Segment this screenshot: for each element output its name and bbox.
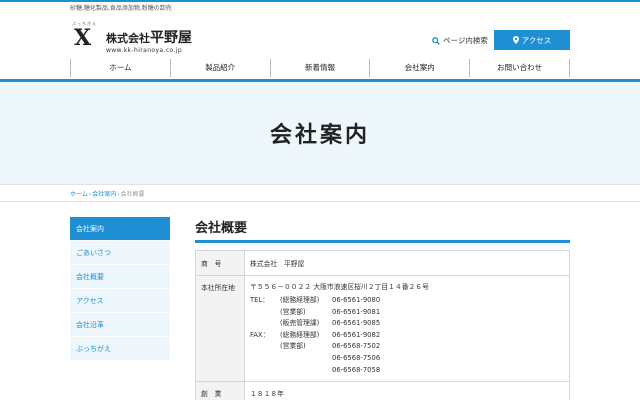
- phone-fax-list: TEL： (総務経理部) 06-6561-9080 (営業部) 06-6561-…: [250, 295, 564, 375]
- row-value: 〒５５６－００２２ 大阪市浪速区桜川２丁目１４番２６号 TEL： (総務経理部)…: [244, 275, 570, 382]
- sidebar-item-company-info[interactable]: 会社案内: [70, 217, 170, 241]
- company-info-table: 商 号 株式会社 平野屋 本社所在地 〒５５６－００２２ 大阪市浪速区桜川２丁目…: [195, 250, 570, 400]
- fax-dept: (総務経理部): [280, 330, 320, 339]
- tel-label: TEL：: [250, 296, 270, 304]
- sidebar-item-history[interactable]: 会社沿革: [70, 313, 170, 337]
- nav-products[interactable]: 製品紹介: [169, 59, 270, 77]
- access-button[interactable]: アクセス: [494, 30, 570, 50]
- row-label: 商 号: [195, 250, 245, 276]
- section-heading: 会社概要: [195, 217, 570, 243]
- sidebar: 会社案内 ごあいさつ 会社概要 アクセス 会社沿革 ぶっちがえ: [70, 217, 170, 361]
- fax-dept: (営業部): [280, 342, 306, 351]
- main-content: 会社概要 商 号 株式会社 平野屋 本社所在地 〒５５６－００２２ 大阪市浪速区…: [195, 217, 570, 400]
- chevron-right-icon: ›: [88, 191, 92, 198]
- row-label: 本社所在地: [195, 275, 245, 382]
- map-pin-icon: [512, 36, 519, 44]
- page-hero: 会社案内: [0, 82, 640, 184]
- header: ぶっちがえ X 株式会社平野屋 www.kk-hiranoya.co.jp ペー…: [0, 15, 640, 57]
- logo-url: www.kk-hiranoya.co.jp: [106, 47, 183, 54]
- phone-number: 06-6561-9081: [332, 307, 381, 316]
- phone-number: 06-6561-9080: [332, 296, 381, 304]
- chevron-right-icon: ›: [117, 191, 120, 198]
- tagline: 砂糖,糖化製品,食品添加物,粉糖の卸売: [70, 5, 172, 12]
- breadcrumb-section[interactable]: 会社案内: [92, 191, 116, 198]
- sidebar-item-access[interactable]: アクセス: [70, 289, 170, 313]
- page-search-label: ページ内検索: [443, 36, 488, 45]
- logo-name: 株式会社平野屋: [106, 27, 192, 47]
- top-bar: 砂糖,糖化製品,食品添加物,粉糖の卸売: [0, 0, 640, 15]
- phone-dept: (総務経理部): [280, 296, 320, 304]
- sidebar-item-overview[interactable]: 会社概要: [70, 265, 170, 289]
- breadcrumb-current: 会社概要: [120, 191, 145, 198]
- fax-number: 06-6568-7058: [332, 365, 381, 374]
- logo-company: 平野屋: [150, 30, 192, 46]
- nav-news[interactable]: 新着情報: [269, 59, 370, 77]
- sidebar-item-greeting[interactable]: ごあいさつ: [70, 241, 170, 265]
- breadcrumb-home[interactable]: ホーム: [70, 191, 88, 198]
- search-icon: [432, 36, 440, 45]
- nav-home[interactable]: ホーム: [70, 59, 170, 77]
- phone-number: 06-6561-9085: [332, 319, 381, 328]
- logo-corp: 株式会社: [106, 32, 150, 45]
- nav-contact[interactable]: お問い合わせ: [469, 59, 570, 77]
- fax-number: 06-6568-7502: [332, 342, 381, 351]
- row-label: 創 業: [195, 380, 245, 400]
- table-row-founded: 創 業 １８１８年: [195, 380, 570, 400]
- page-search-link[interactable]: ページ内検索: [432, 35, 488, 46]
- table-row-address: 本社所在地 〒５５６－００２２ 大阪市浪速区桜川２丁目１４番２６号 TEL： (…: [195, 275, 570, 382]
- row-value: １８１８年: [244, 380, 570, 400]
- table-row-company: 商 号 株式会社 平野屋: [195, 250, 570, 276]
- access-label: アクセス: [521, 35, 552, 45]
- page-title: 会社案内: [269, 123, 370, 148]
- fax-label: FAX：: [250, 330, 270, 339]
- nav-company[interactable]: 会社案内: [369, 59, 469, 77]
- sidebar-item-butchigae[interactable]: ぶっちがえ: [70, 337, 170, 361]
- crossed-x-logo-icon: X: [74, 25, 92, 51]
- row-value: 株式会社 平野屋: [244, 250, 570, 276]
- breadcrumb: ホーム›会社案内›会社概要: [0, 184, 640, 202]
- phone-dept: (販売管理課): [280, 319, 320, 328]
- phone-dept: (営業部): [280, 307, 306, 316]
- global-nav: ホーム 製品紹介 新着情報 会社案内 お問い合わせ: [70, 59, 570, 77]
- fax-dept: [280, 365, 332, 375]
- fax-number: 06-6568-7506: [332, 353, 381, 362]
- fax-dept: [280, 353, 332, 363]
- address-text: 〒５５６－００２２ 大阪市浪速区桜川２丁目１４番２６号: [250, 283, 429, 291]
- site-logo[interactable]: ぶっちがえ X 株式会社平野屋 www.kk-hiranoya.co.jp: [72, 21, 202, 55]
- fax-number: 06-6561-9082: [332, 330, 381, 339]
